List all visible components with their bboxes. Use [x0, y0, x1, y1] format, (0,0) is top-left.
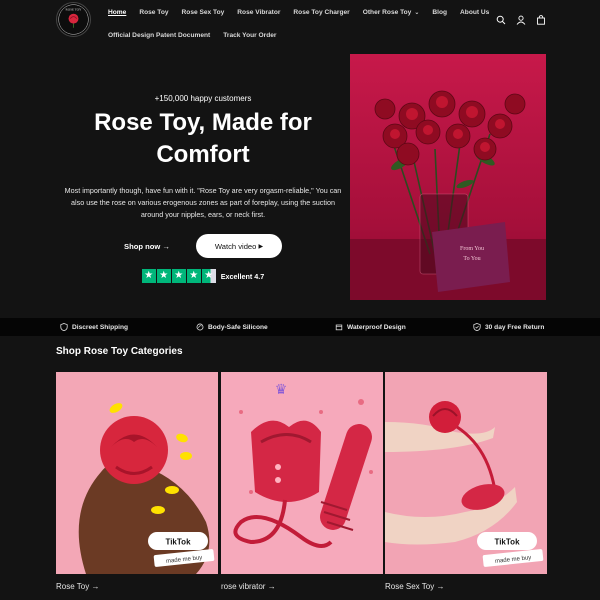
feature-waterproof-design: Waterproof Design [335, 323, 406, 331]
logo-rose-icon: ROSE TOY [58, 4, 89, 35]
cta-row: Shop now → Watch video ▶ [56, 234, 350, 258]
features-bar: Discreet Shipping Body-Safe Silicone Wat… [0, 318, 600, 336]
trustpilot-rating: ★ ★ ★ ★ ★ Excellent 4.7 [56, 269, 350, 283]
nav-rose-toy[interactable]: Rose Toy [139, 9, 168, 16]
nav-rose-toy-charger[interactable]: Rose Toy Charger [293, 9, 349, 16]
search-icon[interactable] [496, 12, 506, 25]
half-star-icon: ★ [201, 269, 216, 283]
watch-video-label: Watch video [214, 241, 257, 251]
hero-title-line2: Comfort [156, 141, 250, 168]
category-card-rose-sex-toy[interactable]: TikTok made me buy [385, 372, 547, 574]
nav-row-secondary: Official Design Patent Document Track Yo… [108, 27, 488, 43]
nav-blog[interactable]: Blog [432, 9, 447, 16]
category-link-rose-sex-toy[interactable]: Rose Sex Toy → [385, 582, 444, 591]
play-icon: ▶ [258, 243, 264, 250]
category-label: Rose Toy [56, 582, 90, 591]
nav-about-us[interactable]: About Us [460, 9, 489, 16]
shop-now-label: Shop now [124, 241, 161, 251]
card-text-line2: To You [463, 256, 480, 262]
nav-row-primary: Home Rose Toy Rose Sex Toy Rose Vibrator… [108, 4, 489, 20]
hero-image-roses: From You To You [350, 54, 546, 300]
rating-stars: ★ ★ ★ ★ ★ [141, 269, 216, 283]
feature-free-return: 30 day Free Return [473, 323, 544, 331]
nav-track-order[interactable]: Track Your Order [223, 32, 276, 39]
star-icon: ★ [186, 269, 201, 283]
category-card-rose-vibrator[interactable]: ♛ [221, 372, 383, 574]
tiktok-badge: TikTok [165, 538, 191, 547]
hero-content: +150,000 happy customers Rose Toy, Made … [56, 94, 350, 283]
feature-body-safe-silicone: Body-Safe Silicone [196, 323, 268, 331]
category-label: Rose Sex Toy [385, 582, 435, 591]
hero-description: Most importantly though, have fun with i… [64, 186, 342, 219]
category-card-rose-toy[interactable]: TikTok made me buy [56, 372, 218, 574]
arrow-right-icon: → [436, 582, 445, 591]
star-icon: ★ [171, 269, 186, 283]
category-link-rose-vibrator[interactable]: rose vibrator → [221, 582, 276, 591]
main-nav: Home Rose Toy Rose Sex Toy Rose Vibrator… [108, 4, 489, 43]
account-icon[interactable] [516, 12, 526, 25]
nav-rose-vibrator[interactable]: Rose Vibrator [237, 9, 280, 16]
star-icon: ★ [141, 269, 156, 283]
feature-label: 30 day Free Return [485, 323, 545, 331]
svg-text:ROSE TOY: ROSE TOY [66, 7, 83, 11]
shop-now-link[interactable]: Shop now → [124, 242, 170, 251]
nav-other-rose-toy[interactable]: Other Rose Toy ⌄ [363, 9, 420, 16]
arrow-right-icon: → [267, 582, 276, 591]
logo[interactable]: ROSE TOY [56, 2, 91, 37]
check-shield-icon [473, 323, 481, 331]
box-icon [335, 324, 343, 331]
tiktok-badge: TikTok [494, 538, 520, 547]
nav-rose-sex-toy[interactable]: Rose Sex Toy [182, 9, 225, 16]
watch-video-button[interactable]: Watch video ▶ [196, 234, 282, 258]
category-link-rose-toy[interactable]: Rose Toy → [56, 582, 99, 591]
header-icons [496, 12, 546, 25]
chevron-down-icon: ⌄ [414, 9, 420, 16]
feature-label: Discreet Shipping [72, 323, 129, 331]
rating-text: Excellent 4.7 [220, 271, 265, 281]
cart-icon[interactable] [536, 12, 546, 25]
hero-title-line1: Rose Toy, Made for [94, 109, 312, 136]
star-icon: ★ [156, 269, 171, 283]
leaf-icon [196, 323, 204, 331]
nav-other-rose-toy-label: Other Rose Toy [362, 8, 412, 16]
nav-home[interactable]: Home [108, 9, 126, 16]
feature-label: Body-Safe Silicone [208, 323, 268, 331]
feature-discreet-shipping: Discreet Shipping [60, 323, 128, 331]
categories-title: Shop Rose Toy Categories [56, 346, 183, 357]
site-header: ROSE TOY Home Rose Toy Rose Sex Toy Rose… [0, 0, 600, 40]
card-text-line1: From You [460, 246, 484, 252]
hero-title: Rose Toy, Made for Comfort [56, 107, 350, 171]
svg-text:♛: ♛ [275, 381, 288, 397]
arrow-right-icon: → [162, 241, 170, 251]
arrow-right-icon: → [91, 582, 100, 591]
nav-patent-document[interactable]: Official Design Patent Document [108, 32, 210, 39]
category-label: rose vibrator [221, 582, 266, 591]
happy-customers: +150,000 happy customers [154, 94, 252, 103]
shield-icon [60, 323, 68, 331]
feature-label: Waterproof Design [347, 323, 406, 331]
